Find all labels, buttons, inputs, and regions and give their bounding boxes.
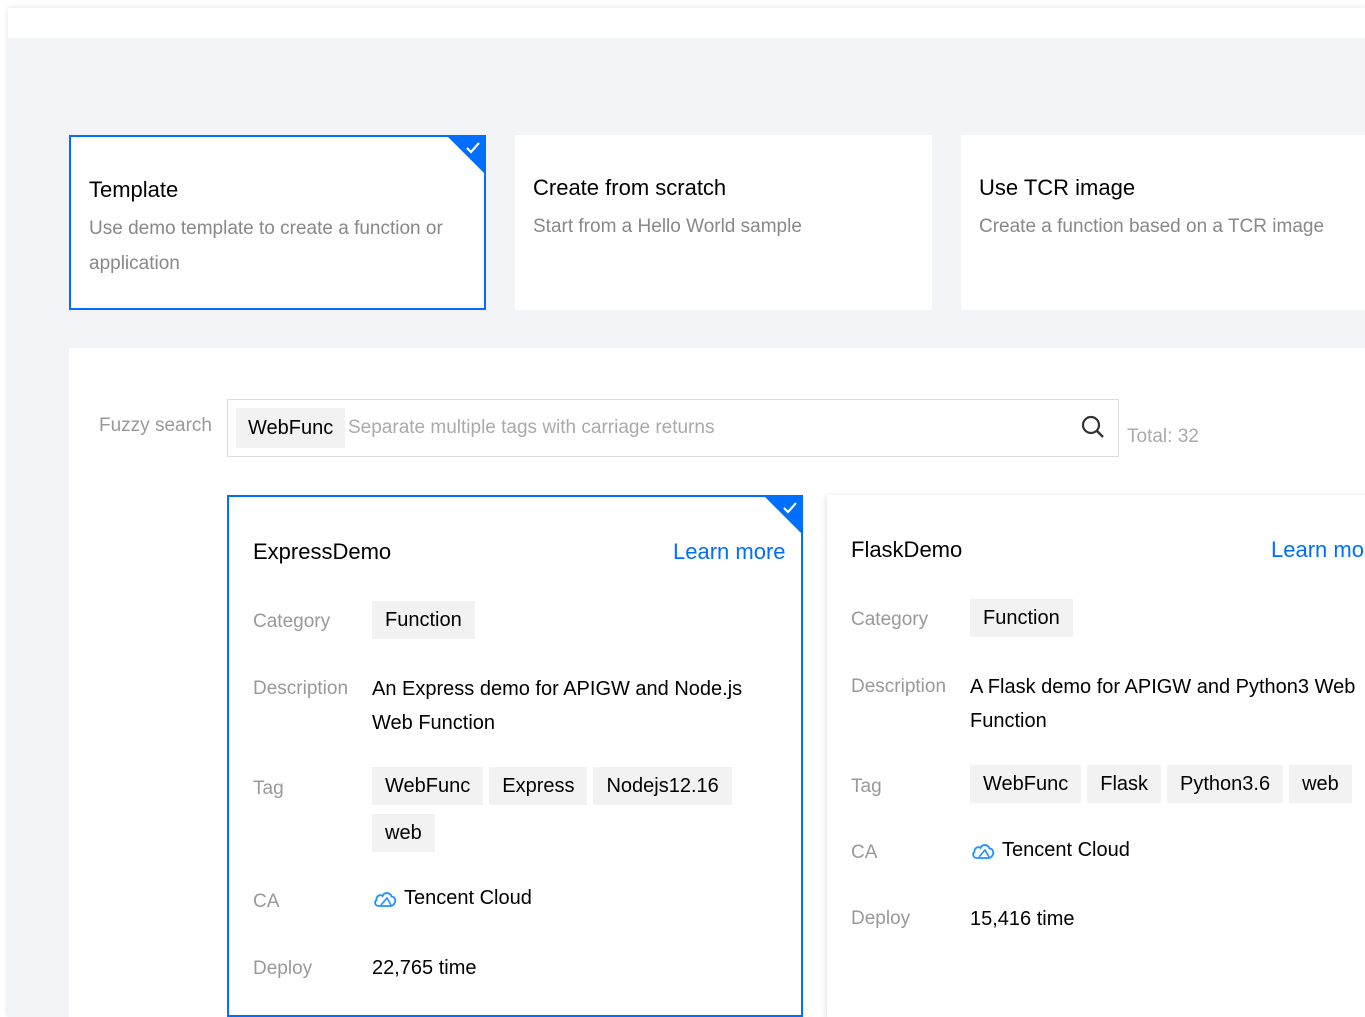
ca-value: Tencent Cloud: [970, 839, 1130, 862]
tag-chip: WebFunc: [970, 765, 1082, 803]
template-name: FlaskDemo: [851, 537, 963, 562]
deploy-count: 22,765 time: [372, 957, 477, 979]
mode-title: Create from scratch: [533, 175, 727, 200]
mode-card-template[interactable]: Template Use demo template to create a f…: [69, 135, 486, 310]
tag-chip: Nodejs12.16: [593, 767, 732, 805]
category-tag: Function: [970, 599, 1073, 637]
check-icon: [783, 502, 797, 514]
tag-chip: Python3.6: [1167, 765, 1284, 803]
total-count: Total: 32: [1127, 426, 1199, 447]
template-card-flask[interactable]: FlaskDemo Learn more Category Function D…: [827, 495, 1365, 1017]
category-tag: Function: [372, 601, 475, 639]
description-value: A Flask demo for APIGW and Python3 Web F…: [970, 676, 1356, 732]
ca-name: Tencent Cloud: [404, 887, 532, 909]
tag-chip: Express: [489, 767, 588, 805]
template-card-express[interactable]: ExpressDemo Learn more Category Function…: [227, 495, 803, 1017]
tag-label: Tag: [851, 776, 882, 797]
category-label: Category: [851, 609, 929, 630]
search-icon[interactable]: [1080, 414, 1106, 440]
tag-chip: web: [372, 814, 435, 852]
search-box[interactable]: WebFunc: [227, 399, 1119, 457]
ca-name: Tencent Cloud: [1002, 839, 1130, 861]
search-tag-chip[interactable]: WebFunc: [236, 408, 346, 448]
tag-chip: WebFunc: [372, 767, 484, 805]
category-value: Function: [372, 601, 481, 648]
deploy-label: Deploy: [851, 908, 911, 929]
tag-list: WebFunc Flask Python3.6 web: [970, 765, 1365, 812]
check-icon: [466, 142, 480, 154]
description-label: Description: [851, 676, 947, 697]
tag-chip: web: [1289, 765, 1352, 803]
ca-value: Tencent Cloud: [372, 887, 532, 910]
tag-chip: Flask: [1087, 765, 1162, 803]
tencent-cloud-icon: [972, 843, 995, 859]
app-frame: Template Use demo template to create a f…: [8, 8, 1365, 1017]
mode-description: Create a function based on a TCR image: [979, 216, 1325, 237]
tag-list: WebFunc Express Nodejs12.16 web: [372, 767, 772, 861]
mode-card-scratch[interactable]: Create from scratch Start from a Hello W…: [515, 135, 932, 310]
description-label: Description: [253, 678, 349, 699]
learn-more-link[interactable]: Learn more: [1271, 537, 1365, 563]
deploy-label: Deploy: [253, 958, 313, 979]
page-background: Template Use demo template to create a f…: [8, 38, 1365, 1017]
deploy-count: 15,416 time: [970, 908, 1075, 930]
mode-card-tcr-image[interactable]: Use TCR image Create a function based on…: [961, 135, 1365, 310]
template-panel: Fuzzy search WebFunc Total: 32 ExpressDe…: [69, 348, 1365, 1017]
search-input[interactable]: [348, 408, 1068, 448]
mode-title: Template: [89, 177, 179, 202]
search-label: Fuzzy search: [99, 415, 212, 436]
mode-description: Use demo template to create a function o…: [89, 218, 443, 274]
tag-label: Tag: [253, 778, 284, 799]
category-label: Category: [253, 611, 331, 632]
learn-more-link[interactable]: Learn more: [673, 539, 786, 565]
ca-label: CA: [851, 842, 878, 863]
ca-label: CA: [253, 891, 280, 912]
description-value: An Express demo for APIGW and Node.js We…: [372, 678, 743, 734]
tencent-cloud-icon: [374, 891, 397, 907]
mode-description: Start from a Hello World sample: [533, 216, 802, 237]
template-name: ExpressDemo: [253, 539, 392, 564]
category-value: Function: [970, 599, 1079, 646]
mode-title: Use TCR image: [979, 175, 1136, 200]
